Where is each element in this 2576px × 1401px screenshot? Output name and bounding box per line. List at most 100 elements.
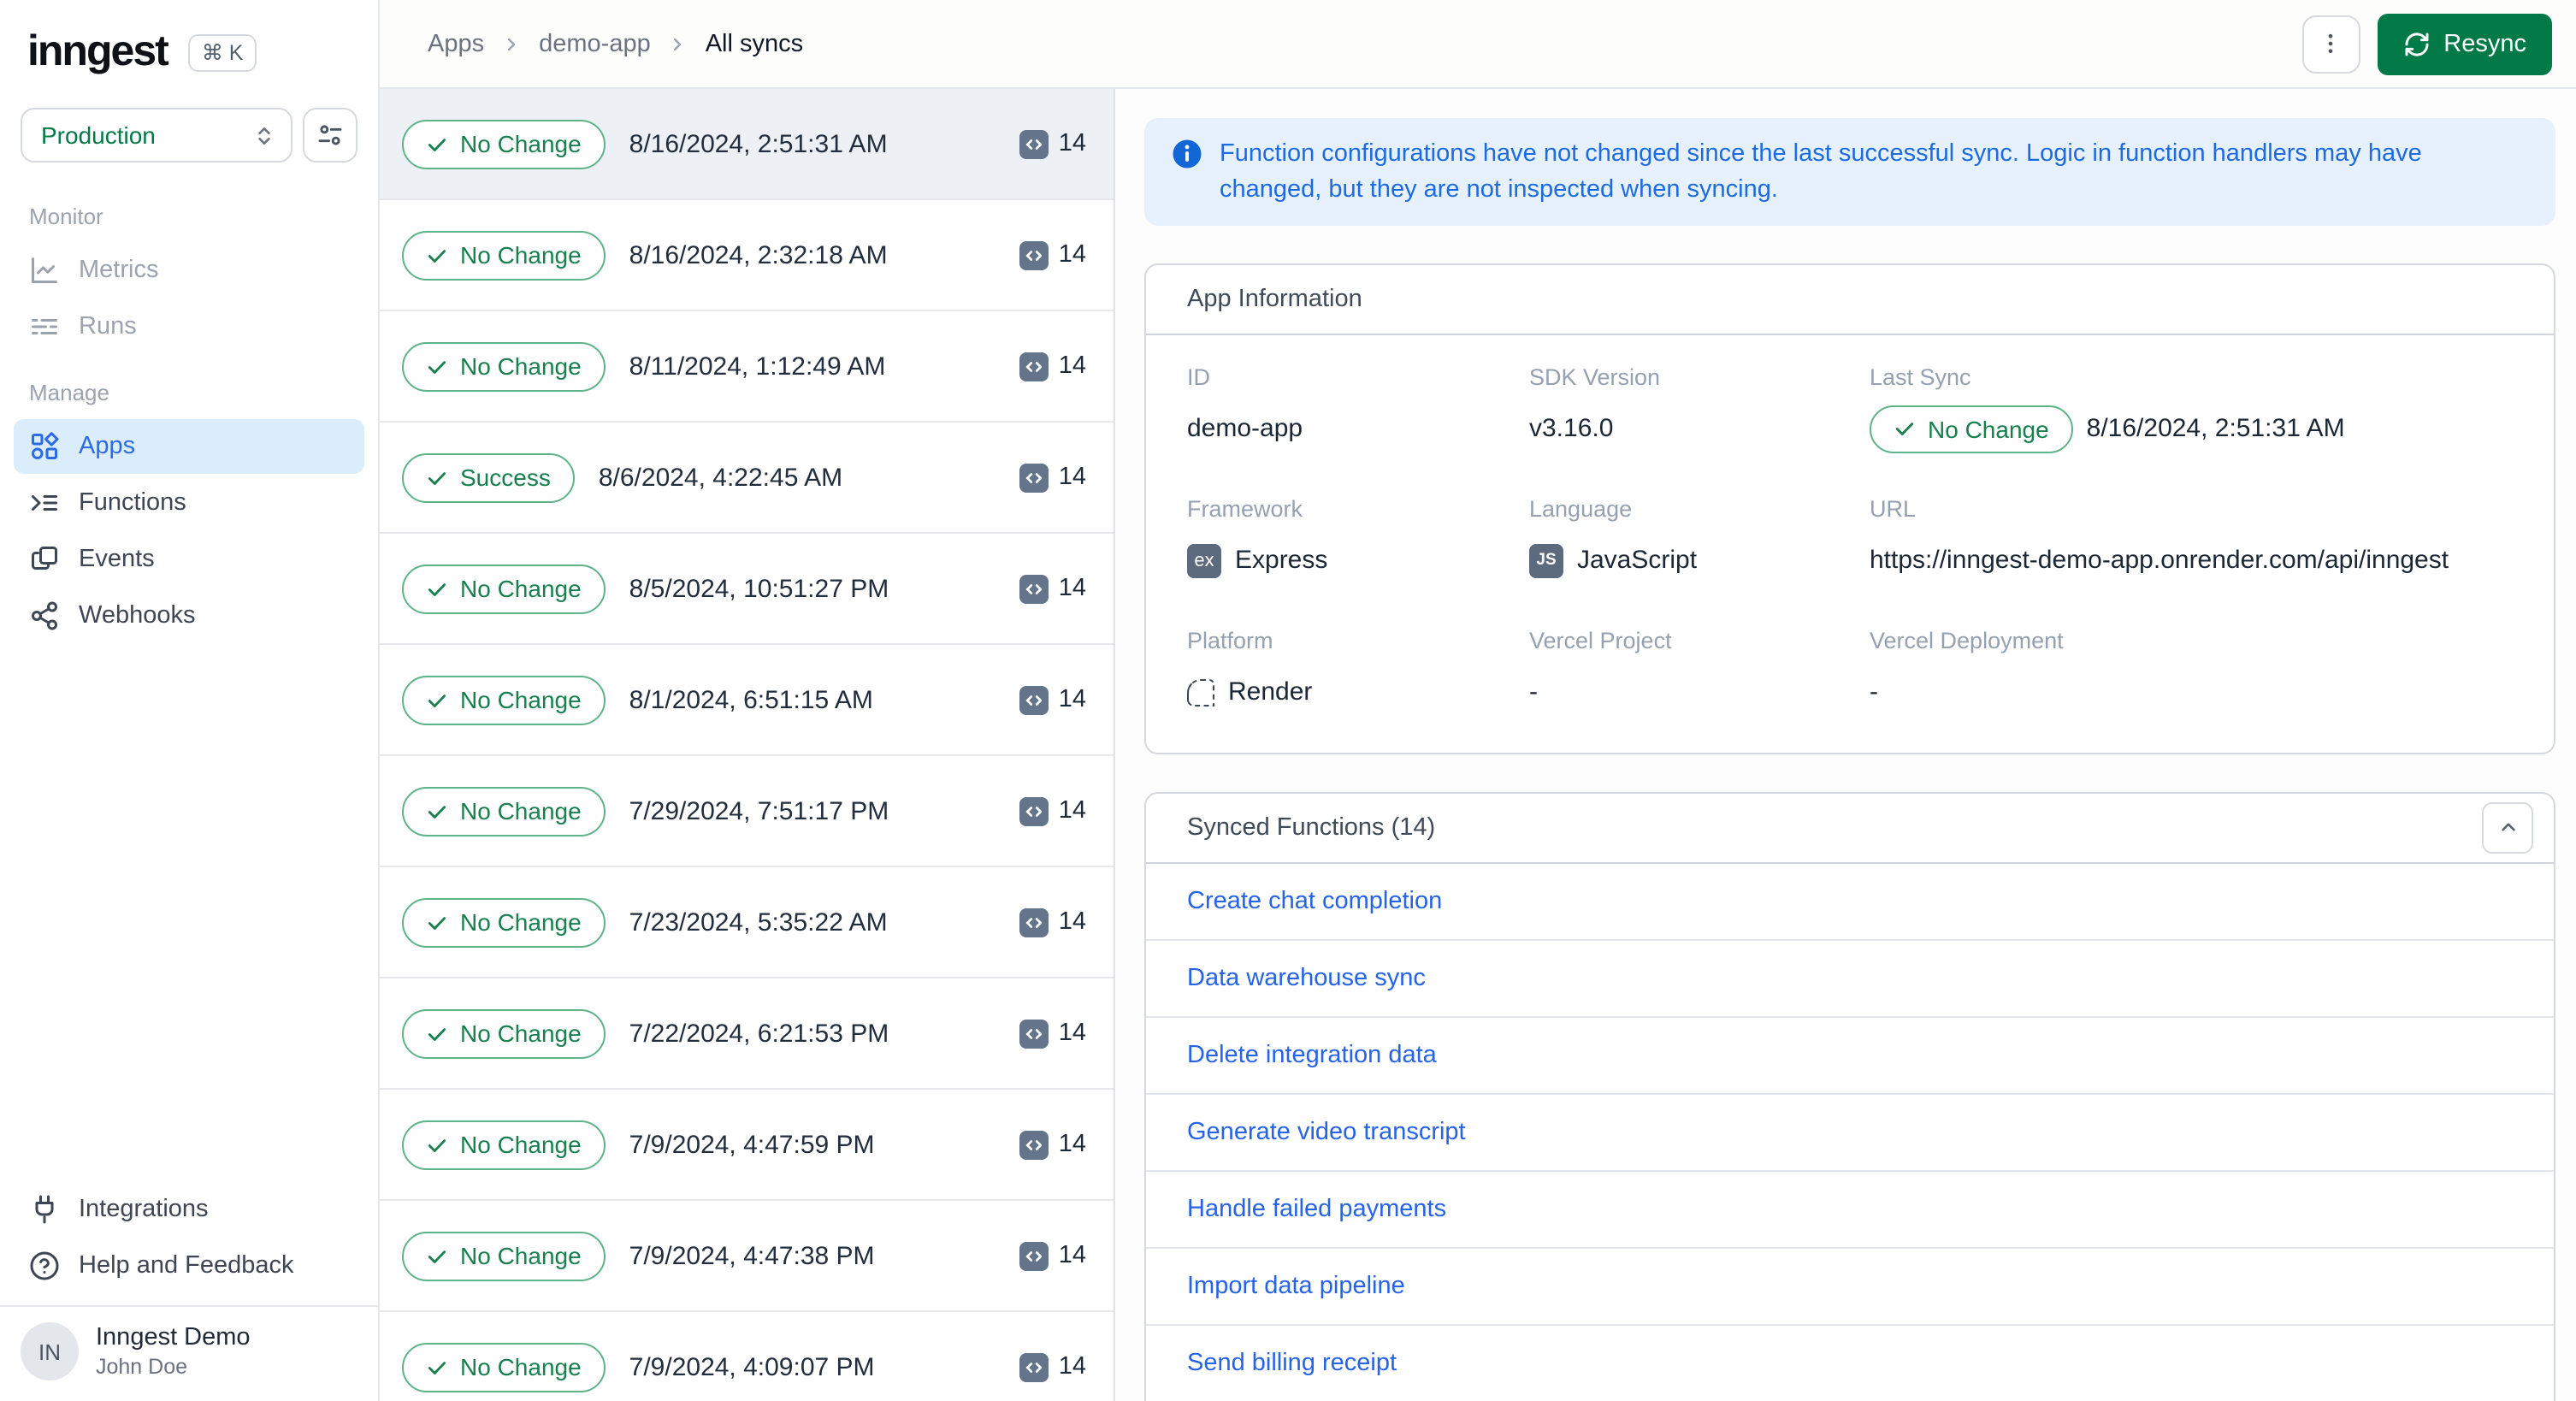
sync-function-count: 14 — [1019, 796, 1086, 825]
check-icon — [428, 1027, 446, 1040]
function-link[interactable]: Import data pipeline — [1187, 1272, 1405, 1299]
sync-count-value: 14 — [1058, 241, 1086, 269]
sync-timestamp: 8/6/2024, 4:22:45 AM — [598, 463, 843, 492]
check-icon — [428, 360, 446, 373]
check-icon — [428, 916, 446, 929]
breadcrumb-demo-app[interactable]: demo-app — [539, 30, 651, 57]
collapse-functions-button[interactable] — [2482, 801, 2533, 853]
sidebar-item-label: Functions — [79, 489, 186, 517]
command-k-shortcut-badge[interactable]: ⌘ K — [187, 33, 257, 71]
function-link[interactable]: Delete integration data — [1187, 1041, 1437, 1068]
field-vercel-deployment: Vercel Deployment - — [1870, 627, 2513, 716]
field-label: URL — [1870, 495, 1917, 521]
sync-status-label: No Change — [460, 130, 582, 157]
code-icon — [1019, 574, 1049, 603]
account-user-name: John Doe — [96, 1355, 188, 1379]
sync-function-count: 14 — [1019, 1019, 1086, 1048]
more-actions-button[interactable] — [2301, 15, 2360, 73]
sync-count-value: 14 — [1058, 1242, 1086, 1269]
app-information-card: App Information ID demo-app SDK Version … — [1144, 263, 2555, 754]
synced-functions-list: Create chat completion Data warehouse sy… — [1146, 863, 2554, 1401]
field-label: SDK Version — [1529, 364, 1661, 389]
sync-timestamp: 8/16/2024, 2:32:18 AM — [629, 240, 888, 269]
info-banner-text: Function configurations have not changed… — [1220, 139, 2422, 203]
sync-status-label: No Change — [460, 1131, 582, 1158]
sync-status-badge: No Change — [402, 786, 606, 836]
sync-list-item[interactable]: Success 8/6/2024, 4:22:45 AM 14 — [380, 423, 1114, 534]
environment-selector[interactable]: Production — [21, 108, 292, 163]
sidebar-item-runs[interactable]: Runs — [14, 299, 364, 354]
function-link[interactable]: Data warehouse sync — [1187, 964, 1426, 991]
check-icon — [428, 805, 446, 818]
function-link[interactable]: Send billing receipt — [1187, 1349, 1397, 1376]
sidebar-item-functions[interactable]: Functions — [14, 476, 364, 530]
sidebar-item-help[interactable]: Help and Feedback — [14, 1238, 364, 1293]
function-link[interactable]: Handle failed payments — [1187, 1195, 1446, 1222]
breadcrumb: Apps demo-app All syncs — [428, 30, 803, 57]
sync-status-label: No Change — [460, 352, 582, 380]
sync-count-value: 14 — [1058, 908, 1086, 936]
sync-count-value: 14 — [1058, 130, 1086, 157]
field-platform: Platform Render — [1187, 627, 1529, 716]
resync-button[interactable]: Resync — [2377, 13, 2552, 74]
sync-list-item[interactable]: No Change 8/1/2024, 6:51:15 AM 14 — [380, 645, 1114, 756]
sidebar-item-label: Runs — [79, 313, 137, 340]
code-icon — [1019, 1241, 1049, 1270]
sync-status-badge: No Change — [402, 341, 606, 391]
refresh-icon — [2402, 30, 2430, 57]
sync-list-item[interactable]: No Change 7/9/2024, 4:47:38 PM 14 — [380, 1201, 1114, 1312]
sync-status-label: No Change — [460, 1020, 582, 1047]
sync-status-label: No Change — [460, 908, 582, 936]
synced-function-row: Send billing receipt — [1146, 1325, 2554, 1401]
sidebar-footer: Integrations Help and Feedback — [0, 1180, 378, 1305]
sync-timestamp: 7/29/2024, 7:51:17 PM — [629, 796, 889, 825]
environment-selected-value: Production — [41, 121, 156, 149]
function-link[interactable]: Create chat completion — [1187, 887, 1442, 914]
avatar: IN — [21, 1322, 79, 1380]
synced-functions-title: Synced Functions (14) — [1187, 813, 1436, 841]
sync-timestamp: 7/9/2024, 4:47:38 PM — [629, 1241, 875, 1270]
sidebar-item-apps[interactable]: Apps — [14, 419, 364, 474]
synced-function-row: Handle failed payments — [1146, 1171, 2554, 1248]
code-icon — [1019, 352, 1049, 381]
function-link[interactable]: Generate video transcript — [1187, 1118, 1466, 1145]
sync-list-item[interactable]: No Change 7/22/2024, 6:21:53 PM 14 — [380, 978, 1114, 1090]
breadcrumb-apps[interactable]: Apps — [428, 30, 484, 57]
sync-list-item[interactable]: No Change 7/23/2024, 5:35:22 AM 14 — [380, 867, 1114, 978]
field-value: Render — [1187, 668, 1529, 716]
account-menu[interactable]: IN Inngest Demo John Doe — [0, 1305, 378, 1401]
sync-list-item[interactable]: No Change 8/16/2024, 2:51:31 AM 14 — [380, 89, 1114, 200]
render-icon — [1187, 678, 1214, 706]
javascript-icon: JS — [1529, 543, 1563, 577]
sync-list-item[interactable]: No Change 8/11/2024, 1:12:49 AM 14 — [380, 311, 1114, 423]
sync-count-value: 14 — [1058, 1131, 1086, 1158]
sidebar-item-integrations[interactable]: Integrations — [14, 1182, 364, 1237]
nav-section-monitor: Monitor — [29, 204, 103, 229]
platform-name: Render — [1228, 677, 1313, 706]
field-value: v3.16.0 — [1529, 414, 1614, 443]
sidebar-item-metrics[interactable]: Metrics — [14, 243, 364, 298]
sync-timestamp: 7/22/2024, 6:21:53 PM — [629, 1019, 889, 1048]
synced-functions-card: Synced Functions (14) Create chat comple… — [1144, 791, 2555, 1401]
sync-status-label: No Change — [460, 1353, 582, 1380]
sync-list-item[interactable]: No Change 7/9/2024, 4:47:59 PM 14 — [380, 1090, 1114, 1201]
sync-list-item[interactable]: No Change 8/5/2024, 10:51:27 PM 14 — [380, 534, 1114, 645]
sync-function-count: 14 — [1019, 907, 1086, 937]
sidebar-item-events[interactable]: Events — [14, 532, 364, 587]
synced-function-row: Delete integration data — [1146, 1017, 2554, 1094]
sync-status-badge: No Change — [402, 675, 606, 724]
field-framework: Framework ex Express — [1187, 495, 1529, 584]
field-url: URL https://inngest-demo-app.onrender.co… — [1870, 495, 2513, 584]
sync-list-item[interactable]: No Change 8/16/2024, 2:32:18 AM 14 — [380, 200, 1114, 311]
kebab-menu-icon — [2318, 31, 2343, 56]
environment-row: Production — [0, 94, 378, 169]
sync-list-item[interactable]: No Change 7/29/2024, 7:51:17 PM 14 — [380, 756, 1114, 867]
help-circle-icon — [29, 1250, 60, 1281]
sync-status-badge: No Change — [402, 1342, 606, 1392]
environment-settings-button[interactable] — [303, 108, 357, 163]
account-org-name: Inngest Demo — [96, 1324, 251, 1351]
sidebar-item-webhooks[interactable]: Webhooks — [14, 588, 364, 643]
main-area: Apps demo-app All syncs Resync No Change… — [380, 0, 2576, 1401]
code-icon — [1019, 907, 1049, 937]
sync-list-item[interactable]: No Change 7/9/2024, 4:09:07 PM 14 — [380, 1312, 1114, 1401]
